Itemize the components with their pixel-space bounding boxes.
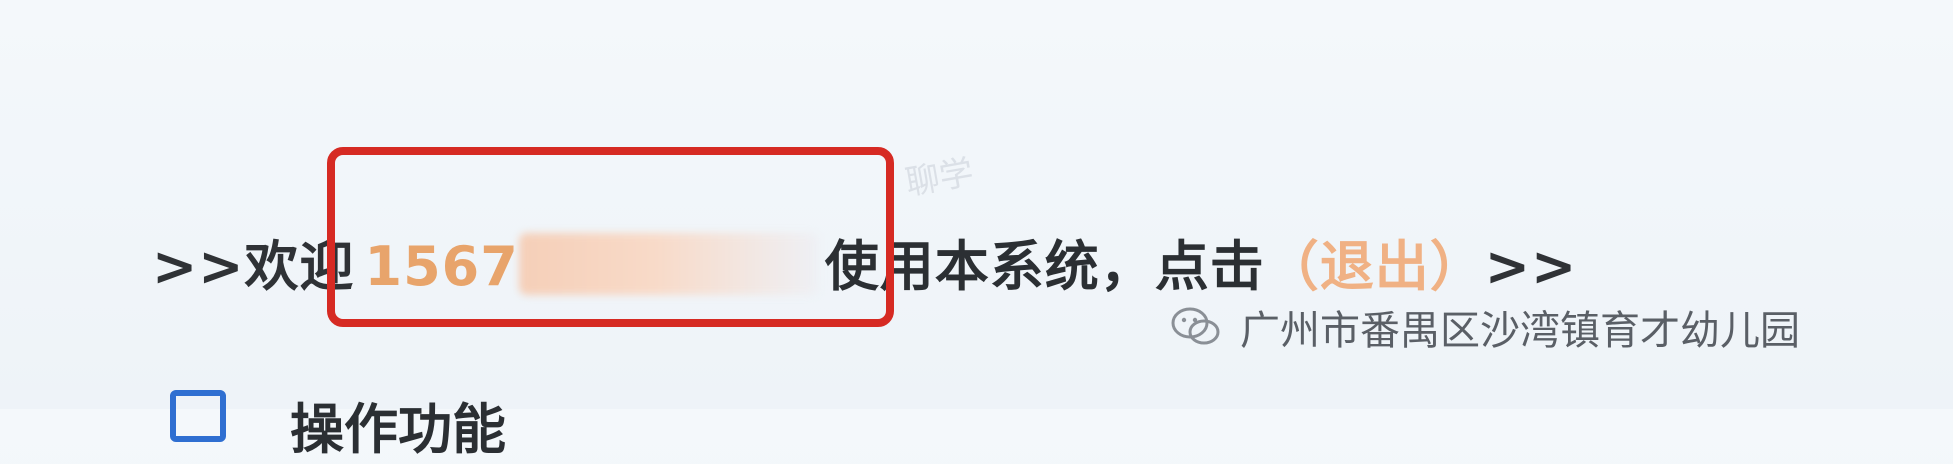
logout-link[interactable]: （退出）	[1265, 235, 1485, 298]
source-watermark: 广州市番禺区沙湾镇育才幼儿园	[1170, 298, 1800, 356]
source-text: 广州市番禺区沙湾镇育才幼儿园	[1240, 308, 1800, 354]
partial-heading: 操作功能	[290, 398, 506, 461]
faint-watermark: 聊学	[902, 152, 977, 204]
wechat-icon	[1171, 307, 1220, 345]
welcome-suffix: >>	[1484, 235, 1578, 298]
red-highlight-box	[327, 147, 894, 327]
welcome-prefix: >>欢迎	[152, 235, 355, 298]
document-icon	[170, 390, 226, 442]
